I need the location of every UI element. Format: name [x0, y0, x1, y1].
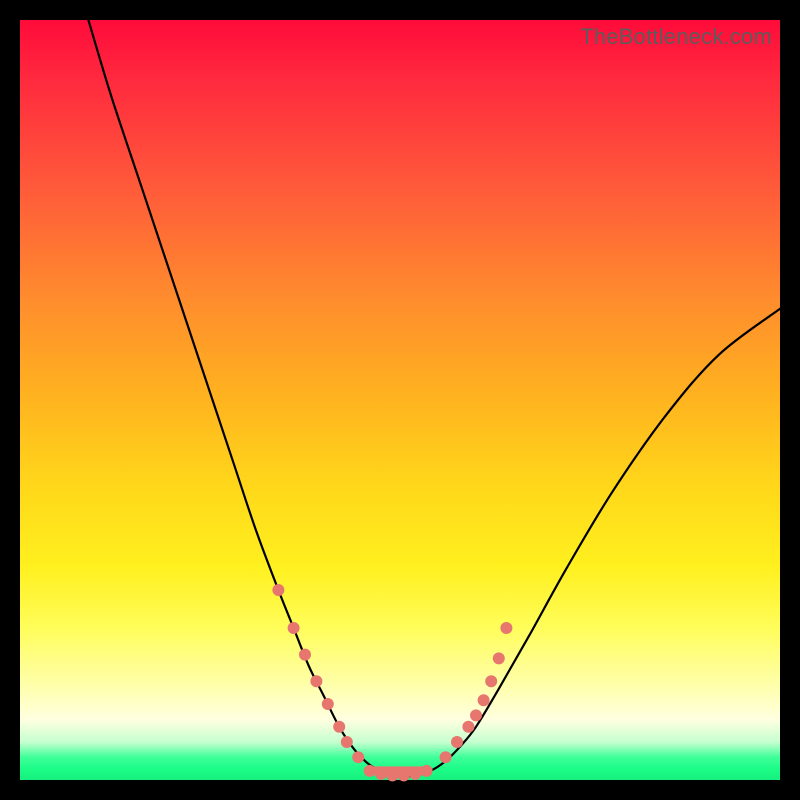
marker-dot-left — [299, 649, 311, 661]
marker-dot-right — [470, 709, 482, 721]
marker-dot-right — [451, 736, 463, 748]
marker-layer — [272, 584, 512, 781]
chart-svg — [20, 20, 780, 780]
marker-dot-bottom — [409, 768, 421, 780]
marker-dot-right — [493, 652, 505, 664]
marker-dot-right — [500, 622, 512, 634]
marker-dot-left — [322, 698, 334, 710]
chart-frame: TheBottleneck.com — [20, 20, 780, 780]
marker-dot-left — [272, 584, 284, 596]
marker-dot-left — [341, 736, 353, 748]
marker-dot-bottom — [421, 765, 433, 777]
curve-layer — [88, 20, 780, 776]
marker-dot-right — [462, 721, 474, 733]
marker-dot-right — [478, 694, 490, 706]
marker-dot-left — [333, 721, 345, 733]
marker-dot-right — [440, 751, 452, 763]
marker-dot-bottom — [398, 769, 410, 781]
marker-dot-left — [352, 751, 364, 763]
marker-dot-bottom — [375, 768, 387, 780]
marker-dot-right — [485, 675, 497, 687]
marker-dot-left — [310, 675, 322, 687]
bottleneck-curve — [88, 20, 780, 776]
marker-dot-left — [288, 622, 300, 634]
marker-dot-bottom — [386, 769, 398, 781]
marker-dot-bottom — [364, 765, 376, 777]
